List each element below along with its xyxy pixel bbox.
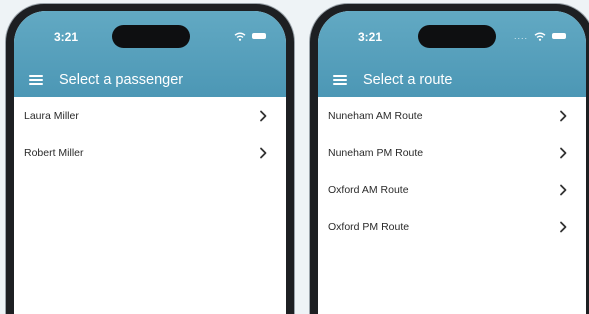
passenger-name: Robert Miller: [24, 146, 84, 159]
phone-screen: 3:21 .... Select a route Nuneham AM Rout…: [318, 11, 586, 314]
route-item-nuneham-pm[interactable]: Nuneham PM Route: [318, 134, 586, 171]
dynamic-island: [112, 25, 190, 48]
route-item-oxford-pm[interactable]: Oxford PM Route: [318, 208, 586, 245]
chevron-right-icon: [560, 221, 567, 232]
signal-dots: ....: [513, 31, 528, 41]
menu-icon[interactable]: [29, 75, 43, 85]
page-title: Select a passenger: [59, 72, 184, 88]
phone-screen: 3:21 Select a passenger Laura Miller Rob…: [14, 11, 286, 314]
battery-icon: [552, 33, 566, 39]
phone-passenger-select: 3:21 Select a passenger Laura Miller Rob…: [6, 4, 294, 314]
menu-icon[interactable]: [333, 75, 347, 85]
wifi-icon: [234, 32, 246, 41]
status-icons: ....: [514, 31, 566, 41]
chevron-right-icon: [560, 184, 567, 195]
chevron-right-icon: [260, 110, 267, 121]
toolbar: Select a passenger: [14, 69, 286, 91]
status-time: 3:21: [358, 30, 383, 44]
phone-route-select: 3:21 .... Select a route Nuneham AM Rout…: [310, 4, 589, 314]
wifi-icon: [534, 32, 546, 41]
dynamic-island: [418, 25, 496, 48]
route-name: Oxford AM Route: [328, 183, 409, 196]
passenger-list: Laura Miller Robert Miller: [14, 97, 286, 171]
toolbar: Select a route: [318, 69, 586, 91]
chevron-right-icon: [260, 147, 267, 158]
passenger-item-laura-miller[interactable]: Laura Miller: [14, 97, 286, 134]
app-bar: 3:21 .... Select a route: [318, 11, 586, 97]
route-name: Nuneham PM Route: [328, 146, 424, 159]
chevron-right-icon: [560, 147, 567, 158]
route-item-oxford-am[interactable]: Oxford AM Route: [318, 171, 586, 208]
chevron-right-icon: [560, 110, 567, 121]
passenger-name: Laura Miller: [24, 109, 79, 122]
status-icons: [234, 31, 266, 41]
route-name: Oxford PM Route: [328, 220, 410, 233]
status-time: 3:21: [54, 30, 79, 44]
battery-icon: [252, 33, 266, 39]
route-name: Nuneham AM Route: [328, 109, 423, 122]
page-title: Select a route: [363, 72, 453, 88]
route-list: Nuneham AM Route Nuneham PM Route Oxford…: [318, 97, 586, 245]
route-item-nuneham-am[interactable]: Nuneham AM Route: [318, 97, 586, 134]
passenger-item-robert-miller[interactable]: Robert Miller: [14, 134, 286, 171]
app-bar: 3:21 Select a passenger: [14, 11, 286, 97]
